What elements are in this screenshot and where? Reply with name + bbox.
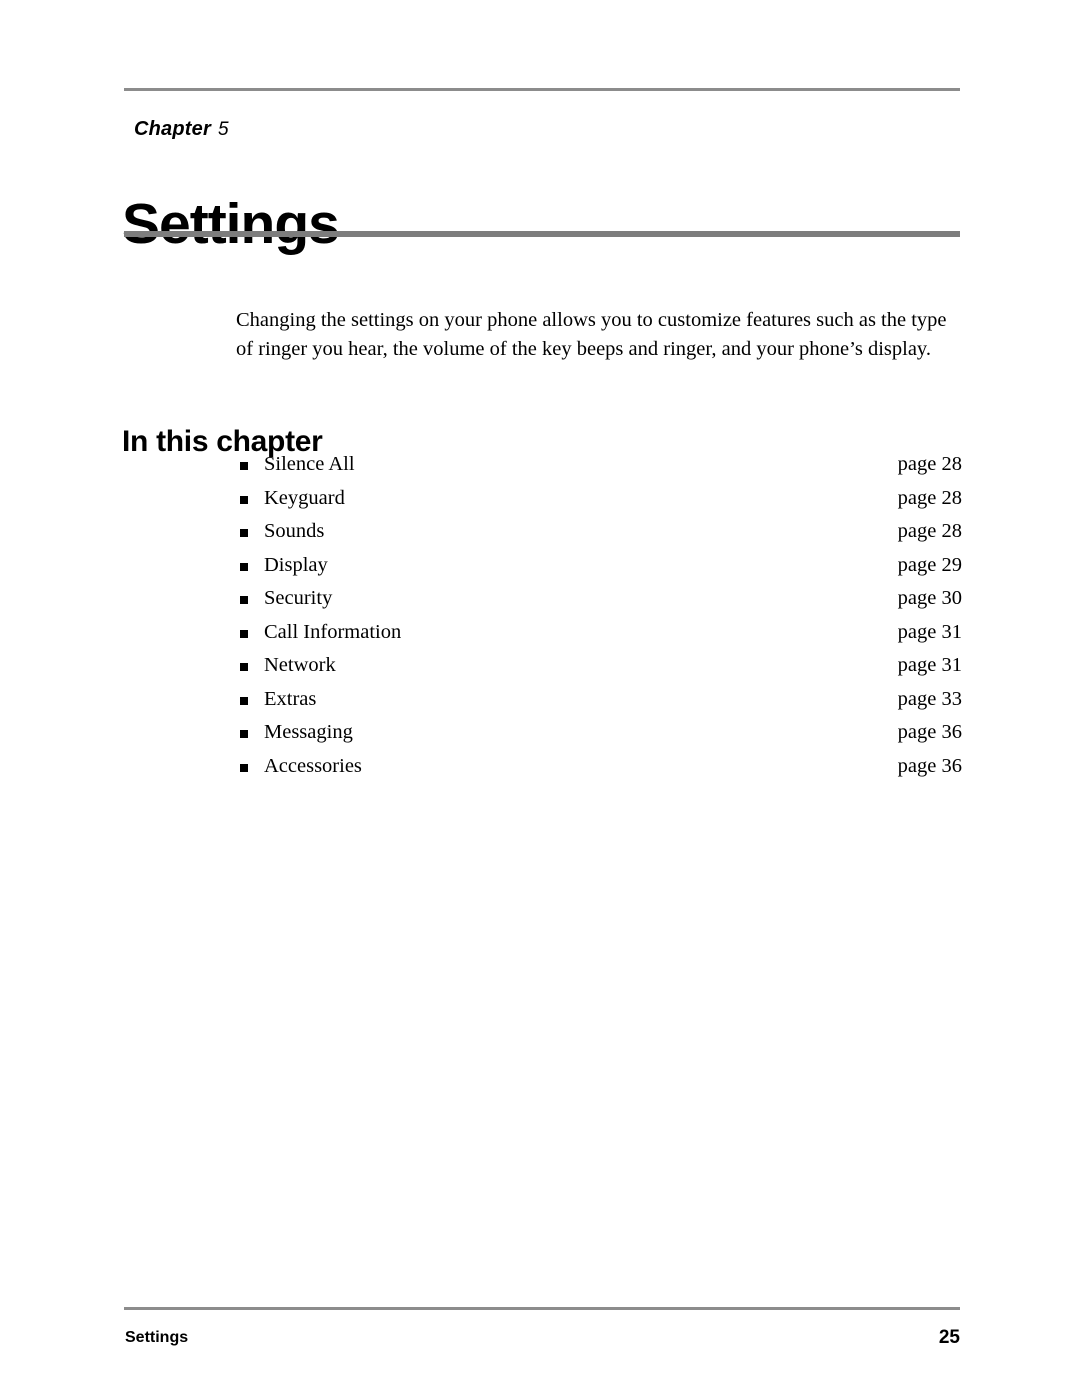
list-item-page-ref: page 30 [897, 587, 962, 609]
list-item[interactable]: Messaging page 36 [236, 716, 962, 750]
square-bullet-icon [240, 629, 248, 638]
chapter-contents-list: Silence All page 28 Keyguard page 28 Sou… [236, 448, 962, 783]
square-bullet-icon [240, 763, 248, 772]
list-item-page-ref: page 28 [897, 520, 962, 542]
list-item-label: Display [264, 553, 328, 576]
list-item-page-ref: page 28 [897, 486, 962, 509]
square-bullet-icon [240, 730, 248, 738]
list-item-page-ref: page 31 [897, 620, 962, 643]
list-item-label: Sounds [264, 520, 325, 542]
square-bullet-icon [240, 696, 248, 705]
chapter-label: Chapter 5 [134, 118, 229, 141]
list-item-page-ref: page 29 [897, 553, 962, 576]
list-item[interactable]: Keyguard page 28 [236, 482, 962, 516]
list-item[interactable]: Security page 30 [236, 582, 962, 616]
list-item-page-ref: page 36 [897, 721, 962, 743]
page-title: Settings [122, 192, 340, 257]
title-divider [124, 231, 960, 237]
footer-divider [124, 1307, 960, 1310]
list-item-page-ref: page 28 [897, 453, 962, 475]
list-item[interactable]: Extras page 33 [236, 683, 962, 717]
square-bullet-icon [240, 462, 248, 470]
chapter-label-text: Chapter [134, 118, 211, 140]
list-item-label: Extras [264, 687, 317, 710]
list-item-label: Keyguard [264, 486, 345, 509]
list-item[interactable]: Accessories page 36 [236, 750, 962, 784]
list-item-label: Silence All [264, 453, 355, 475]
list-item-label: Network [264, 654, 336, 676]
square-bullet-icon [240, 596, 248, 604]
footer-page-number: 25 [938, 1327, 960, 1348]
header-divider [124, 88, 960, 91]
intro-paragraph: Changing the settings on your phone allo… [236, 308, 947, 361]
list-item-page-ref: page 33 [897, 687, 962, 710]
list-item-label: Accessories [264, 754, 362, 777]
square-bullet-icon [240, 529, 248, 537]
list-item-label: Call Information [264, 620, 402, 643]
list-item[interactable]: Call Information page 31 [236, 616, 962, 650]
list-item[interactable]: Silence All page 28 [236, 448, 962, 482]
square-bullet-icon [240, 663, 248, 671]
square-bullet-icon [240, 562, 248, 571]
list-item[interactable]: Network page 31 [236, 649, 962, 683]
chapter-number: 5 [217, 119, 229, 140]
list-item-label: Security [264, 587, 333, 609]
square-bullet-icon [240, 495, 248, 504]
list-item-page-ref: page 36 [897, 754, 962, 777]
list-item-label: Messaging [264, 721, 353, 743]
list-item-page-ref: page 31 [897, 654, 962, 676]
list-item[interactable]: Display page 29 [236, 549, 962, 583]
footer-chapter-name: Settings [125, 1329, 189, 1346]
document-page: Chapter 5 Settings Changing the settings … [0, 0, 1080, 1397]
list-item[interactable]: Sounds page 28 [236, 515, 962, 549]
